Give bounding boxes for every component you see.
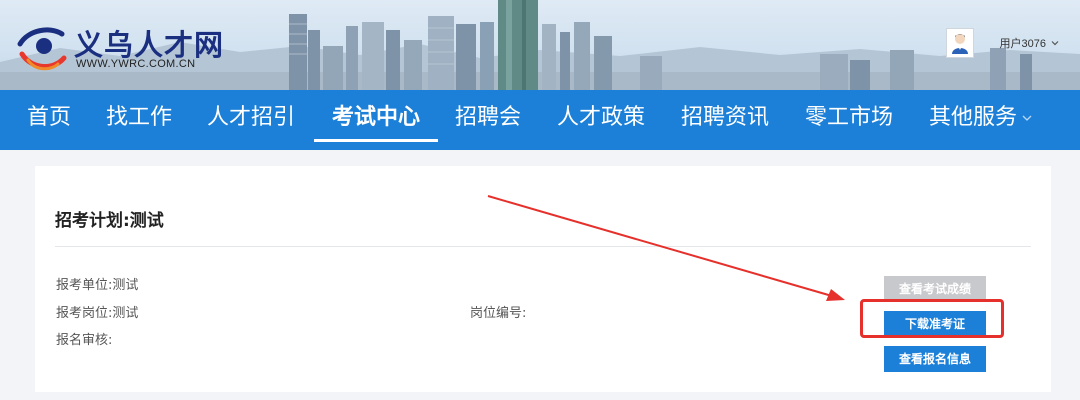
nav-item-other-label: 其他服务 — [929, 105, 1018, 130]
exam-position: 报考岗位:测试 — [56, 306, 139, 321]
user-name[interactable]: 用户3076 — [1000, 35, 1046, 51]
chevron-down-icon — [1022, 115, 1032, 121]
site-logo[interactable]: 义乌人才网 WWW.YWRC.COM.CN — [14, 18, 244, 78]
chevron-down-icon[interactable] — [1050, 38, 1060, 48]
nav-item-exam-center[interactable]: 考试中心 — [314, 90, 438, 150]
registration-review: 报名审核: — [56, 333, 113, 348]
header-banner: 义乌人才网 WWW.YWRC.COM.CN 用户3076 — [0, 0, 1080, 90]
exam-plan-card: 招考计划:测试 报考单位:测试 报考岗位:测试 报名审核: 岗位编号: 查看考试… — [35, 166, 1051, 392]
nav-item-other-services[interactable]: 其他服务 — [929, 90, 1033, 150]
view-registration-info-button[interactable]: 查看报名信息 — [884, 346, 986, 372]
annotation-highlight-box — [860, 299, 1004, 338]
nav-item-news[interactable]: 招聘资讯 — [681, 90, 769, 150]
divider — [55, 246, 1031, 247]
nav-item-talent[interactable]: 人才招引 — [207, 90, 295, 150]
position-code: 岗位编号: — [470, 306, 527, 321]
nav-item-home[interactable]: 首页 — [27, 90, 71, 150]
nav-item-gig-market[interactable]: 零工市场 — [805, 90, 893, 150]
exam-unit: 报考单位:测试 — [56, 278, 139, 293]
nav-item-policy[interactable]: 人才政策 — [557, 90, 645, 150]
user-avatar-icon — [951, 34, 968, 54]
page-title: 招考计划:测试 — [55, 211, 164, 231]
logo-mark-icon — [17, 27, 67, 71]
avatar[interactable] — [945, 28, 974, 58]
user-menu[interactable]: 用户3076 — [945, 28, 1060, 58]
logo-url: WWW.YWRC.COM.CN — [76, 58, 196, 70]
nav-item-job-fair[interactable]: 招聘会 — [455, 90, 521, 150]
main-nav: 首页 找工作 人才招引 考试中心 招聘会 人才政策 招聘资讯 零工市场 其他服务 — [0, 90, 1080, 150]
nav-item-find-job[interactable]: 找工作 — [106, 90, 172, 150]
